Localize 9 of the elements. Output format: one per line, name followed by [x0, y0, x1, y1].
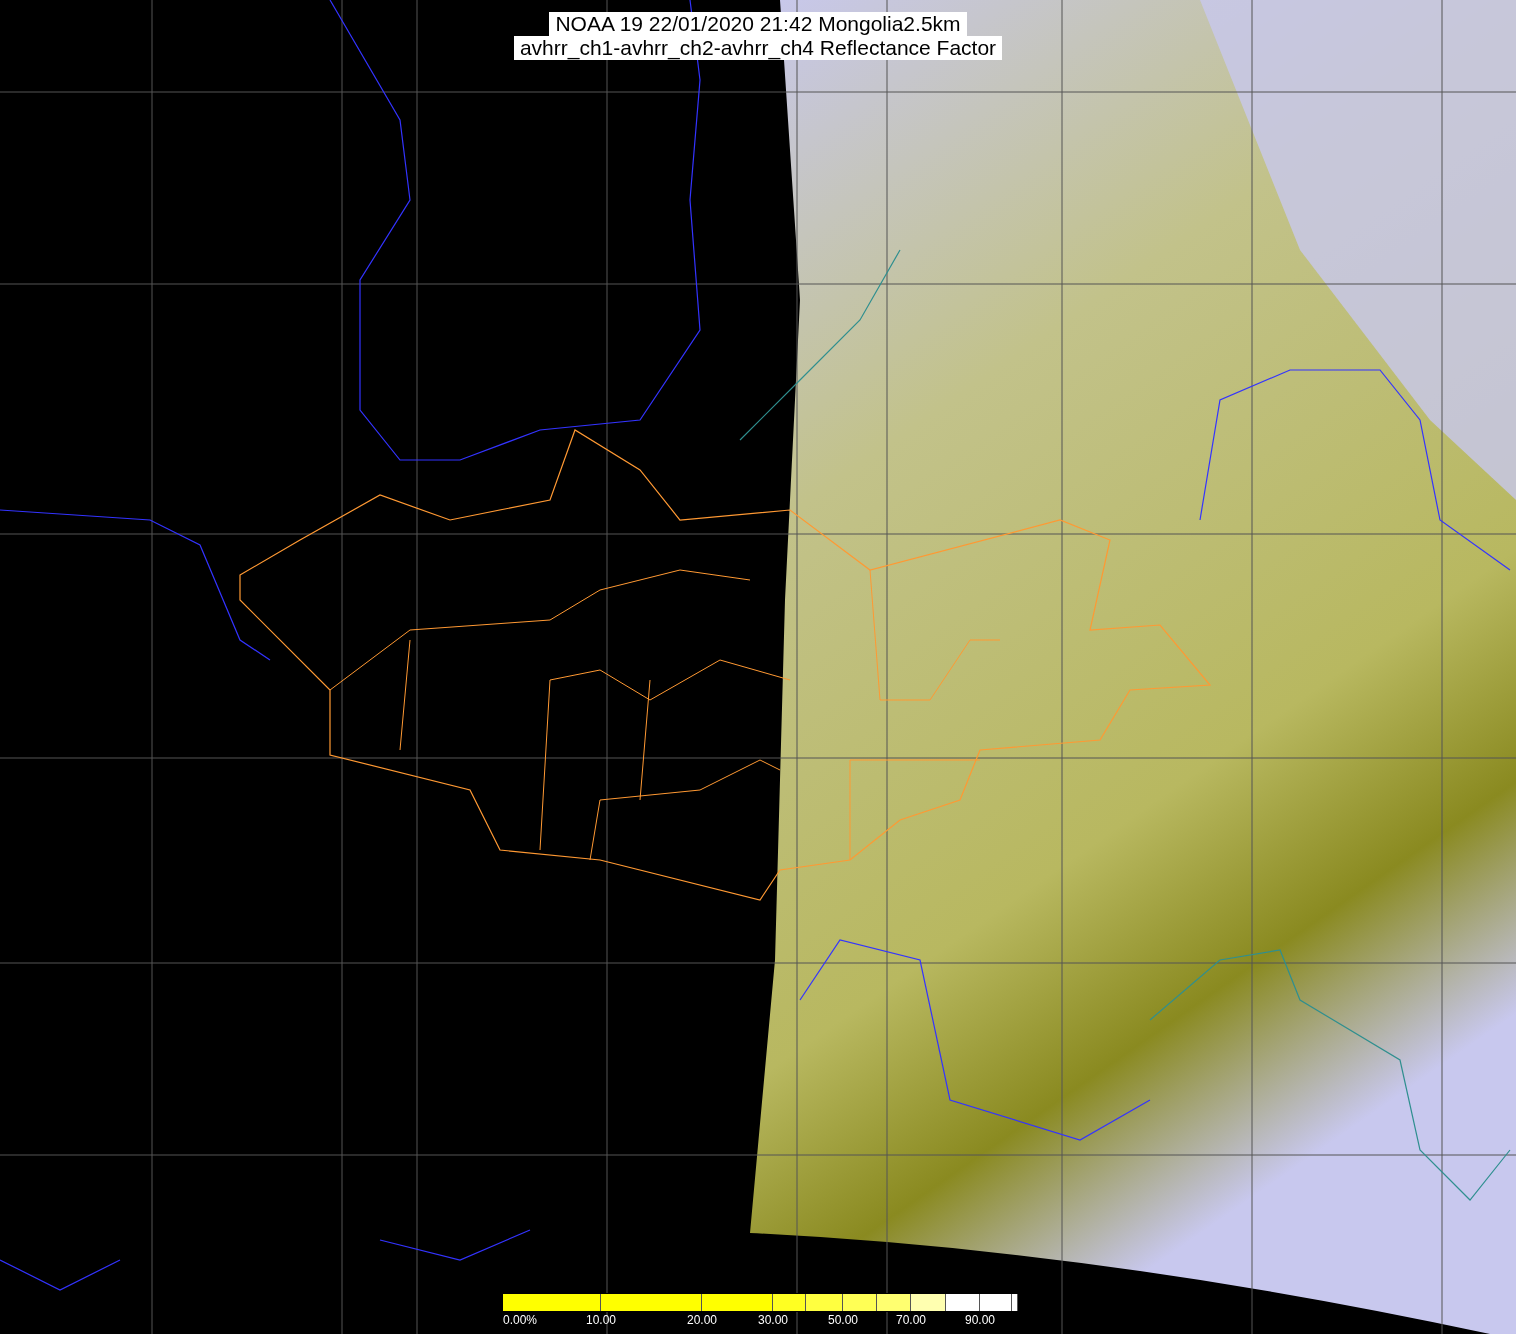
legend-label: 90.00	[965, 1313, 995, 1327]
legend-label: 20.00	[687, 1313, 717, 1327]
map-title: NOAA 19 22/01/2020 21:42 Mongolia2.5km	[549, 12, 967, 36]
map-title: avhrr_ch1-avhrr_ch2-avhrr_ch4 Reflectance Factor	[513, 36, 1003, 60]
legend-label: 50.00	[828, 1313, 858, 1327]
legend-label: 70.00	[896, 1313, 926, 1327]
legend-label: 0.00%	[503, 1313, 538, 1327]
legend-label: 30.00	[758, 1313, 788, 1327]
legend-label: 10.00	[586, 1313, 616, 1327]
